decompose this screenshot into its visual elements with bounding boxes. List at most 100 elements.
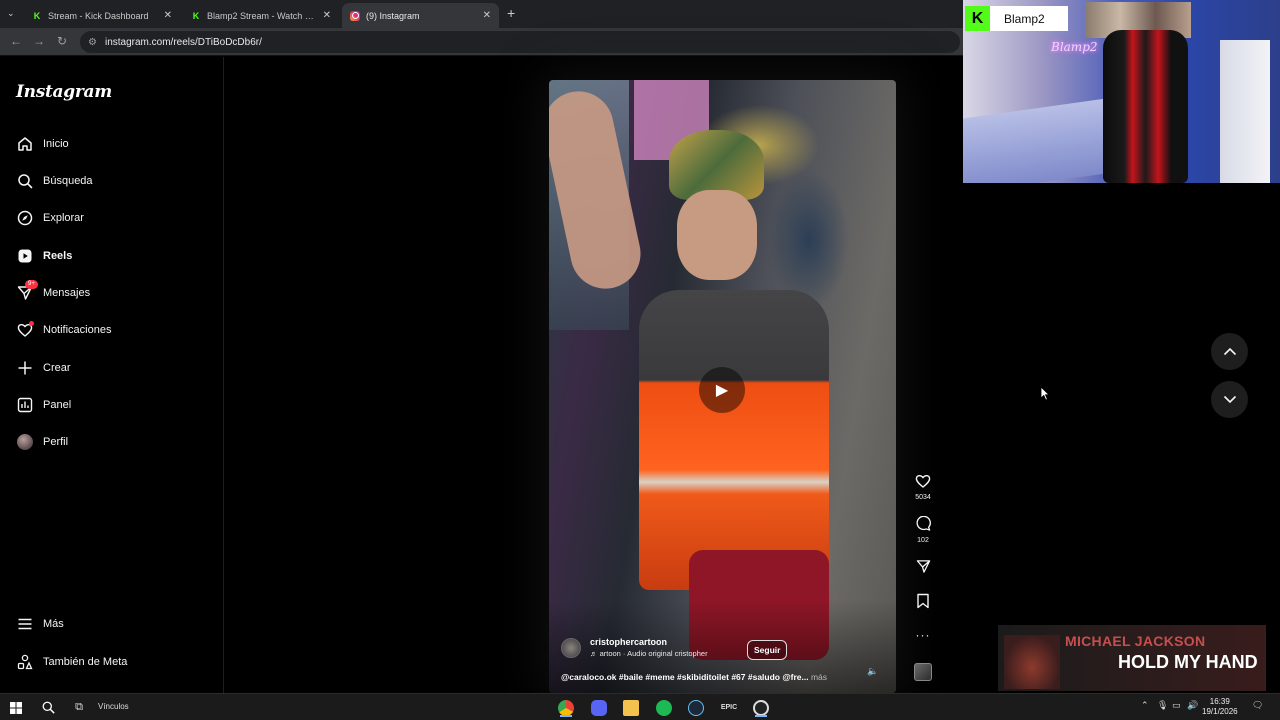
tab-title: Blamp2 Stream - Watch Live on — [207, 10, 317, 21]
tab-search-icon[interactable]: ⌄ — [7, 8, 15, 19]
tab-instagram[interactable]: (9) Instagram ✕ — [342, 3, 499, 28]
steam-icon[interactable] — [687, 698, 705, 717]
save-button[interactable] — [911, 593, 935, 614]
notifications-icon[interactable]: 🗨 — [1252, 700, 1263, 711]
sidebar-item-crear[interactable]: Crear — [16, 356, 71, 380]
gaming-chair-shape — [1103, 30, 1188, 183]
previous-reel-button[interactable] — [1211, 333, 1248, 370]
home-icon — [16, 136, 33, 153]
back-icon[interactable]: ← — [10, 34, 22, 48]
close-icon[interactable]: ✕ — [164, 10, 172, 21]
sidebar-item-inicio[interactable]: Inicio — [16, 132, 69, 156]
tab-kick-dashboard[interactable]: K Stream - Kick Dashboard ✕ — [24, 3, 180, 28]
music-title: HOLD MY HAND — [1118, 652, 1258, 672]
close-icon[interactable]: ✕ — [323, 10, 331, 21]
sidebar-item-mensajes[interactable]: 9+ Mensajes — [16, 279, 90, 305]
chart-icon — [16, 397, 33, 414]
sidebar-item-reels[interactable]: Reels — [16, 244, 72, 268]
sidebar-item-meta[interactable]: También de Meta — [16, 650, 127, 674]
sidebar-item-label: Perfil — [43, 436, 69, 448]
sidebar-item-label: Notificaciones — [43, 324, 112, 336]
sidebar-item-notificaciones[interactable]: Notificaciones — [16, 318, 111, 342]
audio-thumbnail[interactable] — [914, 663, 932, 681]
search-icon[interactable] — [39, 698, 57, 717]
discord-icon[interactable] — [590, 698, 608, 717]
forward-icon[interactable]: → — [33, 34, 45, 48]
audio-info[interactable]: ♬ artoon · Audio original cristopher — [590, 649, 730, 658]
menu-icon — [16, 616, 33, 633]
tab-title: Stream - Kick Dashboard — [48, 10, 149, 21]
instagram-logo[interactable]: Instagram — [16, 82, 112, 102]
share-icon — [916, 560, 930, 573]
author-name[interactable]: cristophercartoon — [590, 637, 667, 647]
system-clock[interactable]: 16:39 19/1/2026 — [1202, 697, 1238, 717]
file-explorer-icon[interactable] — [622, 698, 640, 717]
sidebar-item-busqueda[interactable]: Búsqueda — [16, 169, 93, 193]
sidebar-item-label: Más — [43, 618, 64, 630]
face-shape — [677, 190, 757, 280]
sidebar-item-label: Inicio — [43, 138, 69, 150]
comment-count: 102 — [917, 537, 929, 544]
taskbar-links-label[interactable]: Vínculos — [98, 702, 129, 711]
sidebar: Instagram Inicio Búsqueda Explorar Reels — [0, 57, 224, 693]
plus-icon — [16, 360, 33, 377]
microphone-icon[interactable]: 🎙 — [1157, 700, 1168, 711]
clock-date: 19/1/2026 — [1202, 707, 1238, 716]
obs-icon[interactable] — [752, 698, 770, 717]
sidebar-item-panel[interactable]: Panel — [16, 393, 71, 417]
address-bar[interactable]: ⚙ instagram.com/reels/DTiBoDcDb6r/ — [80, 31, 960, 53]
sidebar-item-label: Explorar — [43, 212, 84, 224]
sidebar-item-perfil[interactable]: Perfil — [16, 430, 68, 454]
site-info-icon[interactable]: ⚙ — [88, 37, 97, 48]
streamer-name: Blamp2 — [1004, 11, 1045, 26]
chevron-up-icon — [1223, 347, 1236, 356]
chrome-icon[interactable] — [557, 698, 575, 717]
spotify-icon[interactable] — [655, 698, 673, 717]
unread-badge: 9+ — [25, 279, 38, 289]
reels-icon — [16, 248, 33, 265]
sidebar-item-label: Búsqueda — [43, 175, 93, 187]
taskbar: ⧉ Vínculos EPIC ⌃ 🎙 ▭ 🔊 16:39 19/1/2026 … — [0, 693, 1280, 720]
door-shape — [1220, 40, 1270, 183]
task-view-icon[interactable]: ⧉ — [71, 698, 87, 717]
neon-sign: Blamp2 — [1051, 40, 1098, 54]
like-button[interactable]: 5034 — [911, 473, 935, 501]
kick-icon: K — [192, 10, 200, 21]
meta-icon — [16, 654, 33, 671]
volume-icon[interactable]: 🔈 — [867, 666, 878, 677]
sidebar-item-label: Reels — [43, 250, 73, 262]
reload-icon[interactable]: ↻ — [57, 34, 67, 48]
next-reel-button[interactable] — [1211, 381, 1248, 418]
volume-icon[interactable]: 🔊 — [1187, 700, 1198, 711]
caption-more-link[interactable]: más — [811, 672, 827, 682]
share-button[interactable] — [911, 559, 935, 579]
tab-title: (9) Instagram — [366, 10, 420, 21]
new-tab-button[interactable]: + — [507, 5, 515, 21]
author-avatar[interactable] — [561, 638, 581, 658]
more-options-button[interactable]: ··· — [911, 628, 935, 642]
vest-shape — [639, 290, 829, 590]
comment-button[interactable]: 102 — [911, 515, 935, 544]
kick-icon: K — [33, 10, 41, 21]
now-playing-overlay: MICHAEL JACKSON HOLD MY HAND — [998, 625, 1266, 691]
album-cover — [1004, 635, 1060, 689]
follow-button[interactable]: Seguir — [747, 640, 788, 660]
clock-time: 16:39 — [1209, 697, 1230, 706]
search-icon — [16, 173, 33, 190]
close-icon[interactable]: ✕ — [483, 10, 491, 21]
play-button[interactable]: ▶ — [699, 367, 745, 413]
network-icon[interactable]: ▭ — [1172, 700, 1181, 711]
chevron-up-icon[interactable]: ⌃ — [1141, 700, 1149, 711]
sidebar-item-explorar[interactable]: Explorar — [16, 206, 84, 230]
epic-games-icon[interactable]: EPIC — [720, 698, 738, 717]
webcam-overlay: Blamp2 K Blamp2 — [963, 0, 1280, 183]
tab-blamp2-stream[interactable]: K Blamp2 Stream - Watch Live on ✕ — [183, 3, 339, 28]
windows-start-icon[interactable] — [8, 698, 24, 717]
sidebar-item-mas[interactable]: Más — [16, 612, 64, 636]
url-text: instagram.com/reels/DTiBoDcDb6r/ — [104, 36, 262, 48]
sidebar-item-label: Crear — [43, 362, 71, 374]
reel-player[interactable]: ▶ cristophercartoon ♬ artoon · Audio ori… — [549, 80, 896, 693]
browser-tab-strip: ⌄ K Stream - Kick Dashboard ✕ K Blamp2 S… — [0, 0, 963, 28]
streamer-badge: K Blamp2 — [965, 6, 1068, 31]
reel-caption: @caraloco.ok #baile #meme #skibiditoilet… — [561, 672, 827, 682]
